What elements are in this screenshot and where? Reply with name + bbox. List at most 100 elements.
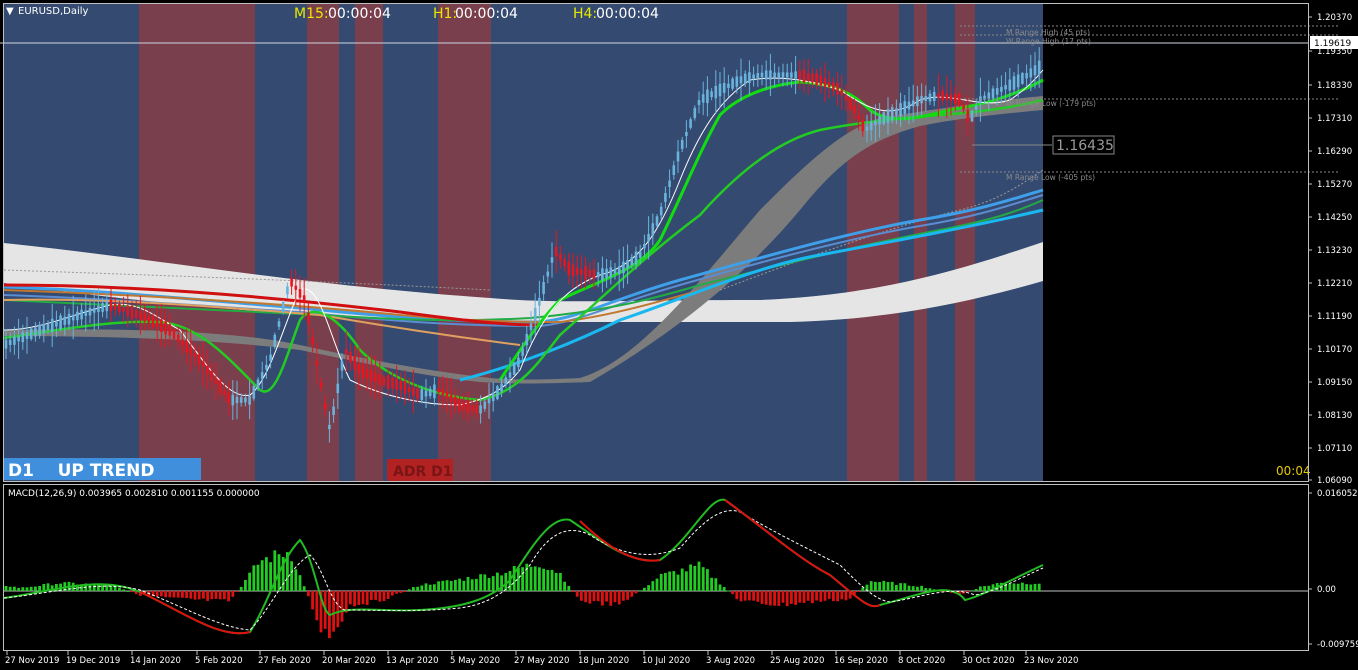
candle-body <box>693 107 697 119</box>
macd-histogram-bar <box>966 591 970 592</box>
candle-body <box>697 100 701 105</box>
candle-body <box>840 89 844 96</box>
macd-histogram-bar <box>239 586 243 591</box>
macd-histogram-bar <box>697 561 701 591</box>
macd-histogram-bar <box>25 587 29 591</box>
macd-histogram-bar <box>231 591 235 597</box>
candle-body <box>911 100 915 107</box>
macd-histogram-bar <box>567 585 571 591</box>
candle-body <box>407 387 411 392</box>
macd-histogram-bar <box>407 589 411 591</box>
macd-histogram-bar <box>832 591 835 602</box>
pivot-price-label: 1.16435 <box>1056 138 1114 154</box>
macd-histogram-bar <box>218 591 222 600</box>
macd-histogram-bar <box>529 566 533 591</box>
candle-body <box>550 257 554 263</box>
macd-histogram-bar <box>584 591 587 603</box>
price-tick-label: 1.12210 <box>1317 279 1352 289</box>
candle-body <box>626 260 629 269</box>
macd-histogram-bar <box>592 591 596 602</box>
candle-body <box>895 108 898 116</box>
candle-body <box>273 334 277 347</box>
candle-body <box>340 361 344 371</box>
candle-body <box>214 378 218 384</box>
candle-body <box>962 104 965 110</box>
candle-body <box>533 307 537 321</box>
candle-body <box>25 331 29 339</box>
macd-histogram-bar <box>118 587 121 591</box>
candle-body <box>554 246 558 257</box>
macd-histogram-bar <box>580 591 583 601</box>
macd-histogram-bar <box>676 574 680 591</box>
macd-histogram-bar <box>773 591 776 606</box>
macd-histogram-bar <box>155 591 159 597</box>
candle-body <box>281 302 285 313</box>
candle-body <box>848 97 852 110</box>
chart-menu-icon[interactable]: ▼ <box>6 6 14 17</box>
candle-body <box>517 357 520 368</box>
macd-histogram-bar <box>189 591 193 599</box>
date-tick-label: 27 Feb 2020 <box>258 656 311 666</box>
macd-histogram-bar <box>722 587 726 591</box>
macd-histogram-bar <box>895 585 898 591</box>
candle-body <box>991 88 995 99</box>
macd-histogram-bar <box>680 568 684 591</box>
macd-histogram-bar <box>924 588 928 591</box>
bar-countdown: 00:04 <box>1276 464 1311 478</box>
candle-body <box>874 120 877 126</box>
macd-histogram-bar <box>433 584 436 591</box>
price-tick-label: 1.16290 <box>1317 147 1352 157</box>
macd-histogram-bar <box>840 591 844 600</box>
macd-histogram-bar <box>42 584 46 591</box>
candle-body <box>664 193 667 202</box>
candle-body <box>512 362 516 375</box>
candle-body <box>235 396 239 404</box>
date-tick-label: 25 Aug 2020 <box>770 656 824 666</box>
macd-histogram-bar <box>475 578 478 591</box>
date-tick-label: 16 Sep 2020 <box>834 656 888 666</box>
macd-histogram-bar <box>664 572 667 591</box>
candle-body <box>391 377 394 389</box>
macd-histogram-bar <box>701 567 705 591</box>
macd-histogram-bar <box>769 591 772 606</box>
candle-body <box>441 389 445 396</box>
candle-body <box>202 362 205 367</box>
candle-body <box>176 334 180 342</box>
candle-body <box>378 374 382 386</box>
candle-body <box>785 72 789 78</box>
candle-body <box>1029 68 1033 78</box>
candle-body <box>302 295 306 303</box>
candle-body <box>794 71 797 79</box>
macd-histogram-bar <box>731 591 734 595</box>
macd-histogram-bar <box>651 581 655 591</box>
macd-histogram-bar <box>374 591 377 600</box>
macd-histogram-bar <box>202 591 205 599</box>
macd-histogram-bar <box>907 585 911 591</box>
macd-histogram-bar <box>685 571 688 591</box>
macd-histogram-bar <box>290 561 293 591</box>
candle-body <box>903 101 907 114</box>
candle-body <box>504 377 508 386</box>
candle-body <box>223 390 226 395</box>
macd-histogram-bar <box>735 591 739 600</box>
candle-body <box>937 93 940 98</box>
candle-body <box>798 70 802 80</box>
trading-chart[interactable]: M Range High (45 pts) W Range High (17 p… <box>0 0 1358 670</box>
macd-histogram-bar <box>424 583 428 591</box>
candle-body <box>899 103 902 117</box>
current-price-label: 1.19619 <box>1314 39 1351 49</box>
macd-histogram-bar <box>260 560 264 591</box>
candle-body <box>50 318 54 333</box>
adr-label: ADR D1 <box>393 464 452 480</box>
candle-body <box>265 364 268 370</box>
macd-histogram-bar <box>458 578 461 591</box>
candle-body <box>739 76 743 84</box>
m-range-low-label: M Range Low (-405 pts) <box>1006 173 1095 182</box>
macd-histogram-bar <box>1016 583 1020 591</box>
macd-histogram-bar <box>336 591 340 628</box>
candle-body <box>239 397 243 403</box>
bear-zone <box>955 4 975 481</box>
macd-histogram-bar <box>428 584 432 591</box>
candle-body <box>605 268 608 278</box>
candle-body <box>970 110 974 122</box>
